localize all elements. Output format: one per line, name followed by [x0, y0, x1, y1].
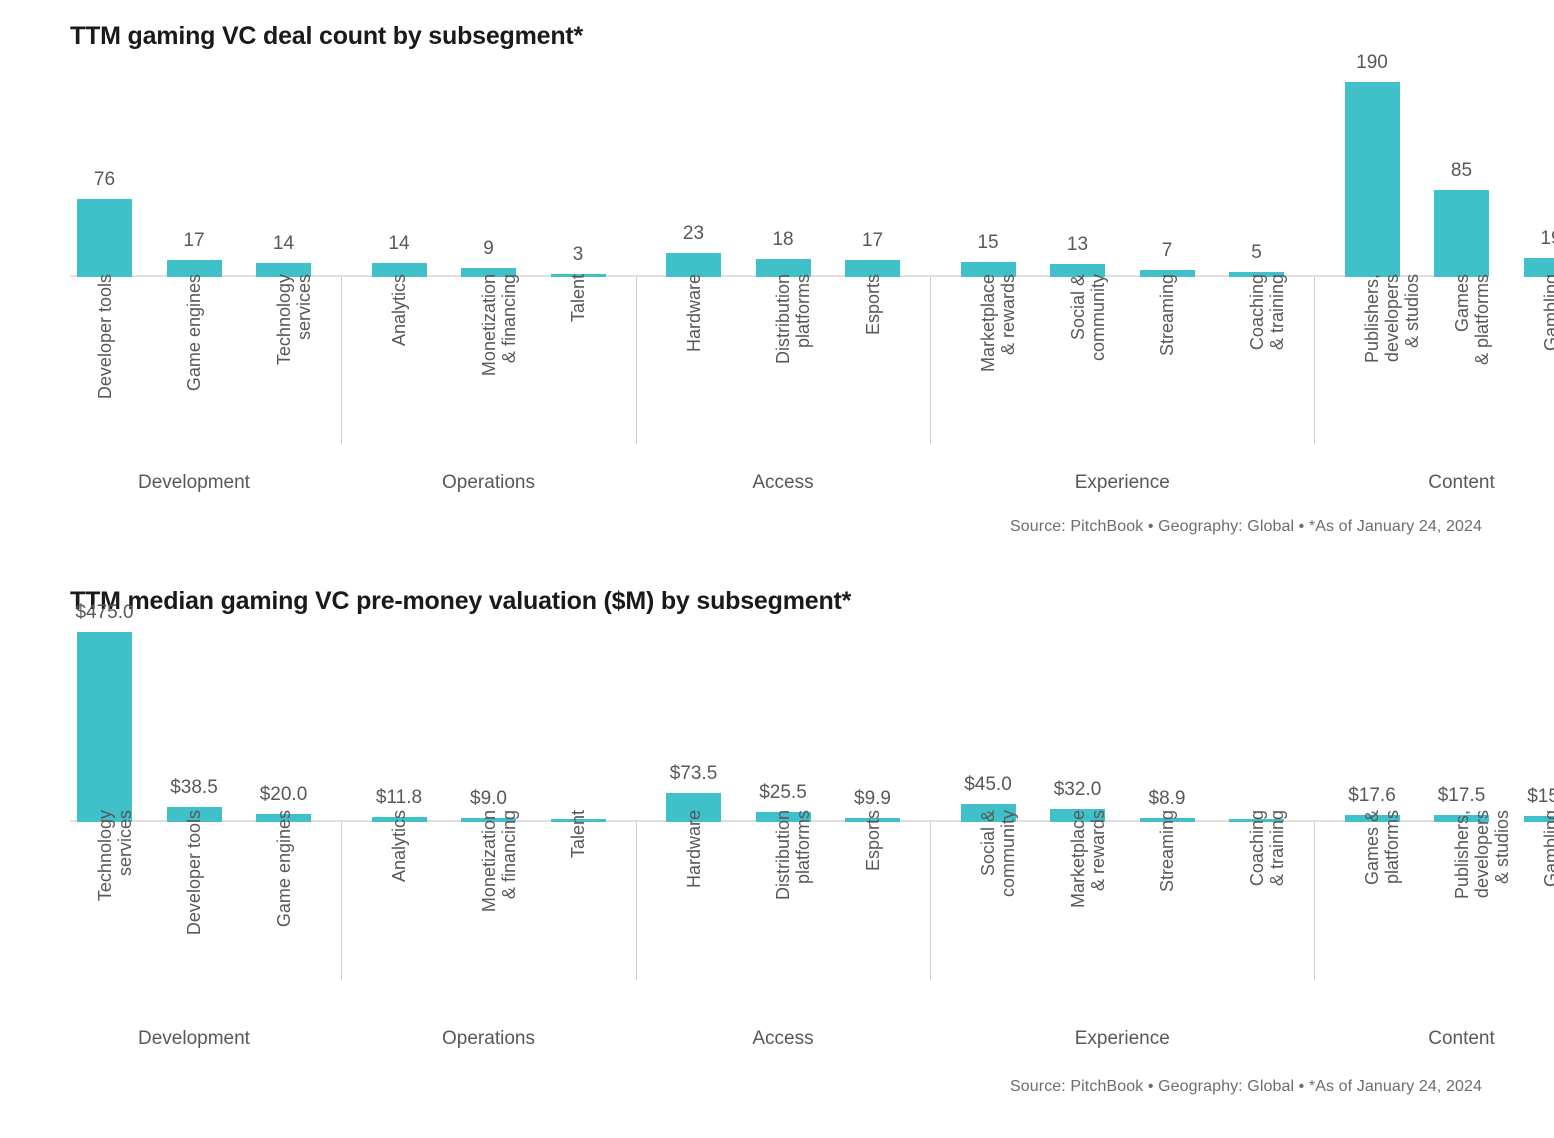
group-label: Experience [1074, 472, 1170, 493]
category-label: Publishers, developers & studios [1451, 810, 1512, 900]
category-label: Marketplace & rewards [1067, 810, 1108, 909]
group-label: Operations [442, 1028, 535, 1049]
bar-value-label: $9.0 [470, 788, 507, 810]
category-label: Distribution platforms [773, 274, 813, 365]
source-note-median-valuation: Source: PitchBook • Geography: Global • … [1010, 1078, 1482, 1095]
category-label: Gambling [1541, 810, 1554, 888]
median-valuation-chart: TTM median gaming VC pre-money valuation… [0, 565, 1554, 1138]
bar-value-label: $475.0 [75, 602, 134, 623]
category-label: Gambling [1541, 274, 1554, 352]
bar-value-label: $20.0 [259, 784, 308, 805]
category-label: Esports [862, 810, 883, 872]
bar[interactable] [77, 632, 132, 822]
group-label: Development [138, 472, 250, 493]
category-label: Games & platforms [1362, 810, 1402, 886]
category-label: Developer tools [94, 274, 115, 400]
bar[interactable] [1344, 82, 1400, 277]
group-label: Development [138, 1028, 250, 1049]
group-separator [930, 277, 932, 444]
category-label: Distribution platforms [773, 810, 813, 901]
group-label: Access [752, 472, 814, 493]
group-label: Content [1428, 1028, 1495, 1049]
category-label: Marketplace & rewards [978, 274, 1018, 373]
category-label: Monetization & financing [478, 810, 519, 913]
bar-value-label: 3 [572, 243, 584, 265]
chart-title-median-valuation: TTM median gaming VC pre-money valuation… [70, 587, 852, 615]
group-separator [1314, 822, 1316, 980]
bar-value-label: $15.0 [1527, 786, 1554, 807]
bar[interactable] [77, 199, 132, 277]
bar-value-label: $8.9 [1148, 788, 1186, 810]
category-label: Analytics [389, 274, 409, 347]
category-label: Esports [862, 274, 883, 336]
category-label: Publishers, developers & studios [1362, 274, 1422, 364]
source-note-deal-count: Source: PitchBook • Geography: Global • … [1010, 518, 1482, 535]
category-label: Talent [568, 274, 588, 323]
group-label: Operations [442, 472, 535, 493]
category-label: Hardware [683, 274, 704, 353]
category-label: Social & community [1067, 274, 1108, 362]
category-label: Games & platforms [1451, 274, 1492, 366]
deal-count-chart: TTM gaming VC deal count by subsegment* … [0, 0, 1554, 560]
group-label: Access [752, 1028, 814, 1049]
category-label: Analytics [389, 810, 409, 883]
chart-title-deal-count: TTM gaming VC deal count by subsegment* [70, 22, 584, 50]
bar-value-label: 85 [1450, 159, 1473, 181]
category-label: Social & community [978, 810, 1018, 898]
category-label: Game engines [184, 274, 204, 392]
bar-value-label: 190 [1356, 52, 1388, 73]
bar-value-label: 19 [1540, 227, 1554, 249]
bar-value-label: 17 [861, 229, 884, 251]
bar-value-label: $9.9 [854, 788, 891, 810]
category-label: Technology services [94, 810, 135, 902]
category-label: Developer tools [184, 810, 204, 936]
bar[interactable] [1434, 189, 1489, 277]
group-separator [1314, 277, 1316, 444]
category-label: Coaching & training [1246, 274, 1287, 351]
group-separator [635, 822, 637, 980]
group-separator [635, 277, 637, 444]
category-label: Streaming [1157, 810, 1177, 893]
group-separator [930, 822, 932, 980]
category-label: Monetization & financing [478, 274, 519, 377]
group-label: Experience [1074, 1028, 1170, 1049]
category-label: Game engines [273, 810, 294, 928]
category-label: Coaching & training [1246, 810, 1287, 887]
group-separator [341, 822, 343, 980]
bar-value-label: 76 [93, 169, 116, 190]
bar-value-label: 5 [1251, 241, 1262, 263]
category-label: Technology services [273, 274, 314, 366]
category-label: Hardware [683, 810, 704, 889]
group-separator [341, 277, 343, 444]
group-label: Content [1428, 472, 1495, 493]
category-label: Streaming [1157, 274, 1177, 357]
category-label: Talent [568, 810, 588, 859]
bar-value-label: 14 [272, 232, 295, 254]
